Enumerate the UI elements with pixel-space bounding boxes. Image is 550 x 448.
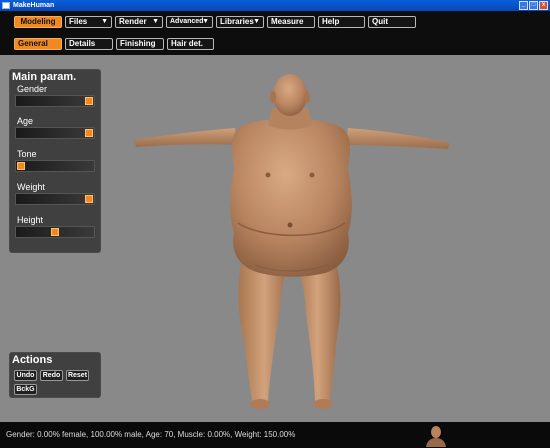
age-slider[interactable] <box>15 127 95 139</box>
left-foot <box>250 399 270 409</box>
app-area: Modeling Files ▼ Render ▼ Advanced ▼ Librar… <box>0 11 550 448</box>
avatar-thumbnail-icon[interactable] <box>424 423 448 447</box>
slider-label: Height <box>17 215 44 225</box>
head <box>273 74 307 116</box>
menu-label: Libraries <box>220 17 254 26</box>
slider-label: Gender <box>17 84 48 94</box>
slider-age: Age <box>15 116 98 139</box>
menu-render[interactable]: Render ▼ <box>115 16 163 28</box>
weight-slider[interactable] <box>15 193 95 205</box>
menu-libraries[interactable]: Libraries ▼ <box>216 16 264 28</box>
menu-files[interactable]: Files ▼ <box>65 16 112 28</box>
chevron-down-icon: ▼ <box>152 18 159 25</box>
slider-height: Height <box>15 215 98 238</box>
chevron-down-icon: ▼ <box>253 18 260 25</box>
gender-slider-handle[interactable] <box>85 97 93 105</box>
menu-modeling[interactable]: Modeling <box>14 16 62 28</box>
nipple-right <box>309 172 315 178</box>
slider-tone: Tone <box>15 149 98 172</box>
background-button[interactable]: BckG <box>14 384 37 395</box>
tab-general[interactable]: General <box>14 38 62 50</box>
menu-label: Measure <box>271 17 304 26</box>
left-leg <box>238 258 290 401</box>
menu-label: Quit <box>372 17 388 26</box>
slider-label: Weight <box>17 182 45 192</box>
right-ear <box>304 91 310 103</box>
status-text: Gender: 0.00% female, 100.00% male, Age:… <box>6 430 296 439</box>
right-arm <box>345 128 450 149</box>
age-slider-handle[interactable] <box>85 129 93 137</box>
minimize-button[interactable]: _ <box>519 1 528 10</box>
nipple-left <box>265 172 271 178</box>
tone-slider[interactable] <box>15 160 95 172</box>
main-param-panel: Main param. Gender Age Tone Weight Heigh… <box>9 69 101 253</box>
menu-label: Modeling <box>20 17 56 26</box>
window-title-bar: MakeHuman _ □ x <box>0 0 550 11</box>
torso <box>230 118 352 277</box>
height-slider-handle[interactable] <box>51 228 59 236</box>
tab-finishing[interactable]: Finishing <box>116 38 164 50</box>
reset-button[interactable]: Reset <box>66 370 89 381</box>
main-param-title: Main param. <box>12 71 77 83</box>
main-menu-bar: Modeling Files ▼ Render ▼ Advanced ▼ Librar… <box>0 11 550 33</box>
tab-details[interactable]: Details <box>65 38 113 50</box>
chevron-down-icon: ▼ <box>101 18 108 25</box>
redo-button[interactable]: Redo <box>40 370 63 381</box>
navel <box>287 222 293 228</box>
menu-label: Help <box>322 17 340 26</box>
tab-hair-details[interactable]: Hair det. <box>167 38 214 50</box>
right-foot <box>313 399 333 409</box>
status-bar: Gender: 0.00% female, 100.00% male, Age:… <box>0 422 550 448</box>
menu-quit[interactable]: Quit <box>368 16 416 28</box>
height-slider[interactable] <box>15 226 95 238</box>
sub-tab-bar: General Details Finishing Hair det. <box>0 33 550 55</box>
left-ear <box>270 91 276 103</box>
menu-advanced[interactable]: Advanced ▼ <box>166 16 213 28</box>
menu-label: Render <box>119 17 147 26</box>
chevron-down-icon: ▼ <box>202 18 209 25</box>
actions-title: Actions <box>12 354 53 366</box>
weight-slider-handle[interactable] <box>85 195 93 203</box>
right-leg <box>295 258 341 401</box>
slider-gender: Gender <box>15 84 98 107</box>
undo-button[interactable]: Undo <box>14 370 37 381</box>
menu-label: Advanced <box>170 18 204 25</box>
window-controls: _ □ x <box>519 1 548 10</box>
slider-label: Tone <box>17 149 37 159</box>
menu-measure[interactable]: Measure <box>267 16 315 28</box>
actions-panel: Actions Undo Redo Reset BckG <box>9 352 101 398</box>
app-icon <box>2 2 10 9</box>
maximize-button[interactable]: □ <box>529 1 538 10</box>
close-button[interactable]: x <box>539 1 548 10</box>
left-arm <box>134 128 238 147</box>
menu-help[interactable]: Help <box>318 16 365 28</box>
tone-slider-handle[interactable] <box>17 162 25 170</box>
slider-label: Age <box>17 116 34 126</box>
slider-weight: Weight <box>15 182 98 205</box>
window-title: MakeHuman <box>13 2 55 9</box>
human-model-viewport[interactable] <box>130 73 455 413</box>
gender-slider[interactable] <box>15 95 95 107</box>
menu-label: Files <box>69 17 88 26</box>
